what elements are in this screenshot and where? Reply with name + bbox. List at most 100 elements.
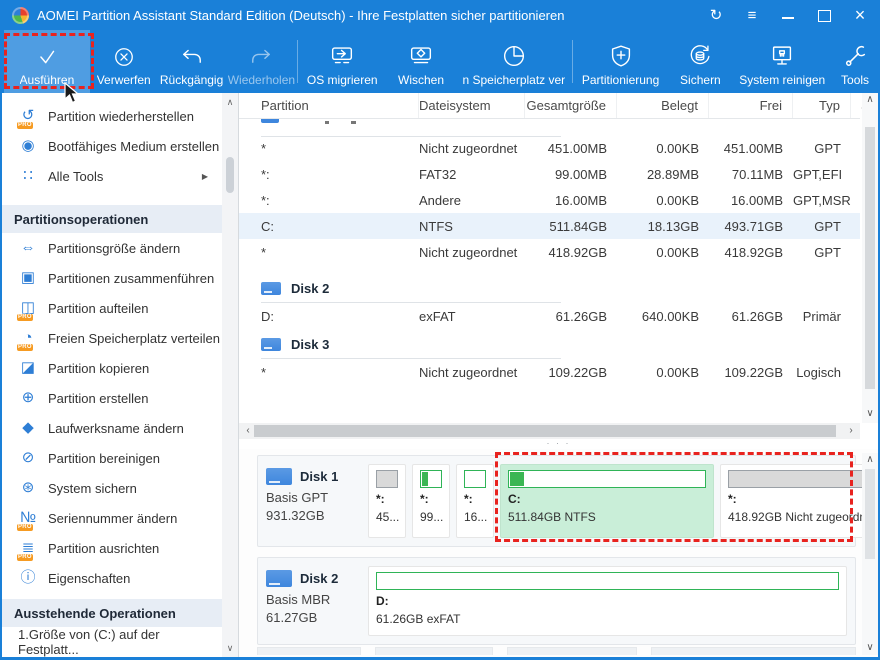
wipe-icon xyxy=(410,47,432,64)
sidebar-item-all-tools[interactable]: ∷ Alle Tools ▶ xyxy=(2,161,222,191)
partitioning-button[interactable]: Partitionierung xyxy=(573,30,669,93)
sidebar-item-change-label[interactable]: ◆ Laufwerksname ändern xyxy=(2,413,222,443)
pending-operation-item[interactable]: 1.Größe von (C:) auf der Festplatt... xyxy=(2,627,222,657)
toolbar-label: Rückgängig xyxy=(159,73,224,87)
column-header[interactable]: Typ xyxy=(793,93,851,118)
sidebar-item-wipe-partition[interactable]: ⊘ Partition bereinigen xyxy=(2,443,222,473)
scrollbar-thumb[interactable] xyxy=(254,425,836,437)
scroll-up-icon[interactable]: ∧ xyxy=(862,93,878,107)
disk-type: Basis MBR xyxy=(266,592,331,607)
redo-icon xyxy=(252,49,271,63)
disk2-info[interactable]: Disk 2 Basis MBR 61.27GB xyxy=(266,566,358,636)
sidebar: ↺ PRO Partition wiederherstellen ◉ Bootfä… xyxy=(2,93,239,657)
table-horizontal-scrollbar[interactable]: ‹ › xyxy=(239,423,860,439)
panel-splitter[interactable]: · · · xyxy=(239,439,878,449)
sidebar-item-label: Partition kopieren xyxy=(48,360,150,376)
toolbar-label: Verwerfen xyxy=(96,73,151,87)
maximize-button[interactable] xyxy=(816,8,832,22)
disk3-group-row[interactable]: Disk 3 xyxy=(239,329,860,359)
table-row[interactable]: * Nicht zugeordnet 451.00MB 0.00KB 451.0… xyxy=(239,135,860,161)
window-controls: ↻ ≡ × xyxy=(708,6,868,24)
sidebar-item-partition-recovery[interactable]: ↺ PRO Partition wiederherstellen xyxy=(2,101,222,131)
shield-plus-icon xyxy=(611,45,630,67)
menu-icon[interactable]: ≡ xyxy=(744,8,760,23)
title-bar: AOMEI Partition Assistant Standard Editi… xyxy=(2,0,878,30)
app-window: AOMEI Partition Assistant Standard Editi… xyxy=(0,0,880,660)
table-row[interactable]: D: exFAT 61.26GB 640.00KB 61.26GB Primär… xyxy=(239,303,860,329)
table-row[interactable]: * Nicht zugeordnet 109.22GB 0.00KB 109.2… xyxy=(239,359,860,385)
sidebar-item-label: Partitionen zusammenführen xyxy=(48,270,215,286)
sidebar-item-create-partition[interactable]: ⊕ Partition erstellen xyxy=(2,383,222,413)
sidebar-item-align-partition[interactable]: ≣ PRO Partition ausrichten xyxy=(2,533,222,563)
migrate-os-icon xyxy=(332,47,353,64)
close-button[interactable]: × xyxy=(852,6,868,24)
backup-button[interactable]: Sichern xyxy=(668,30,732,93)
column-header[interactable]: Partition xyxy=(261,93,419,118)
disk2-card: Disk 2 Basis MBR 61.27GB D: 61.26GB exFA… xyxy=(257,557,856,645)
minimize-button[interactable] xyxy=(780,8,796,22)
migrate-os-button[interactable]: OS migrieren xyxy=(298,30,386,93)
system-backup-icon: ⊛ xyxy=(21,479,35,496)
scroll-down-icon[interactable]: ∨ xyxy=(862,641,878,655)
apply-button[interactable]: Ausführen xyxy=(4,30,90,93)
disk-panel-scrollbar[interactable]: ∧ ∨ xyxy=(862,453,878,655)
free-space-pie-icon xyxy=(503,45,524,67)
scrollbar-thumb[interactable] xyxy=(226,157,234,193)
scroll-down-icon[interactable]: ∨ xyxy=(222,641,238,655)
sidebar-item-label: Partition aufteilen xyxy=(48,300,149,316)
sidebar-item-change-serial[interactable]: № PRO Seriennummer ändern xyxy=(2,503,222,533)
sidebar-scrollbar[interactable]: ∧ ∨ xyxy=(222,93,238,657)
partition-block-d[interactable]: D: 61.26GB exFAT xyxy=(368,566,847,636)
partition-block-unallocated-large[interactable]: *: 418.92GB Nicht zugeordnet xyxy=(720,464,878,538)
scrollbar-thumb[interactable] xyxy=(865,127,875,389)
wipe-button[interactable]: Wischen xyxy=(386,30,456,93)
sidebar-items: ↺ PRO Partition wiederherstellen ◉ Bootfä… xyxy=(2,93,222,657)
usage-bar xyxy=(376,470,398,488)
column-header[interactable]: Dateisystem xyxy=(419,93,525,118)
scroll-up-icon[interactable]: ∧ xyxy=(222,95,238,109)
clean-system-button[interactable]: System reinigen xyxy=(732,30,832,93)
allocate-free-space-button[interactable]: n Speicherplatz ver xyxy=(456,30,572,93)
sidebar-item-system-backup[interactable]: ⊛ System sichern xyxy=(2,473,222,503)
table-vertical-scrollbar[interactable]: ∧ ∨ xyxy=(862,93,878,423)
sidebar-item-copy-partition[interactable]: ◪ Partition kopieren xyxy=(2,353,222,383)
sidebar-item-split-partition[interactable]: ◫ PRO Partition aufteilen xyxy=(2,293,222,323)
disk2-group-row[interactable]: Disk 2 xyxy=(239,273,860,303)
scroll-down-icon[interactable]: ∨ xyxy=(862,407,878,421)
discard-button[interactable]: Verwerfen xyxy=(90,30,158,93)
usage-bar xyxy=(728,470,877,488)
partition-block-efi[interactable]: *: 99... xyxy=(412,464,450,538)
partition-block-unallocated[interactable]: *: 45... xyxy=(368,464,406,538)
table-row[interactable]: *: Andere 16.00MB 0.00KB 16.00MB GPT,MSR… xyxy=(239,187,860,213)
scrollbar-thumb[interactable] xyxy=(865,469,875,559)
toolbar-label: Tools xyxy=(841,73,870,87)
pro-badge: PRO xyxy=(17,554,33,561)
scroll-right-icon[interactable]: › xyxy=(844,423,858,439)
table-row[interactable]: *: FAT32 99.00MB 28.89MB 70.11MB GPT,EFI… xyxy=(239,161,860,187)
sidebar-item-bootable-media[interactable]: ◉ Bootfähiges Medium erstellen xyxy=(2,131,222,161)
sidebar-item-label: Laufwerksname ändern xyxy=(48,420,184,436)
column-header[interactable]: Gesamtgröße xyxy=(525,93,617,118)
usage-bar xyxy=(508,470,706,488)
partition-block-c-selected[interactable]: C: 511.84GB NTFS xyxy=(500,464,714,538)
sidebar-item-allocate-free-space[interactable]: ◔ PRO Freien Speicherplatz verteilen xyxy=(2,323,222,353)
tools-button[interactable]: Tools xyxy=(832,30,878,93)
column-header[interactable]: Belegt xyxy=(617,93,709,118)
partition-block-msr[interactable]: *: 16... xyxy=(456,464,494,538)
pro-badge: PRO xyxy=(17,122,33,129)
column-header[interactable]: Frei xyxy=(709,93,793,118)
table-row[interactable]: * Nicht zugeordnet 418.92GB 0.00KB 418.9… xyxy=(239,239,860,265)
all-tools-icon: ∷ xyxy=(23,167,33,184)
usage-bar xyxy=(464,470,486,488)
undo-button[interactable]: Rückgängig xyxy=(158,30,226,93)
scroll-up-icon[interactable]: ∧ xyxy=(862,453,878,467)
scroll-left-icon[interactable]: ‹ xyxy=(241,423,255,439)
backup-icon xyxy=(691,45,710,65)
sidebar-item-merge-partitions[interactable]: ▣ Partitionen zusammenführen xyxy=(2,263,222,293)
disk1-info[interactable]: Disk 1 Basis GPT 931.32GB xyxy=(266,464,358,538)
refresh-icon[interactable]: ↻ xyxy=(708,8,724,23)
main-panel: Partition Dateisystem Gesamtgröße Belegt… xyxy=(239,93,878,657)
sidebar-item-properties[interactable]: ⓘ Eigenschaften xyxy=(2,563,222,593)
sidebar-item-resize-partition[interactable]: ⇔ Partitionsgröße ändern xyxy=(2,233,222,263)
table-row-selected[interactable]: C: NTFS 511.84GB 18.13GB 493.71GB GPT Bo… xyxy=(239,213,860,239)
